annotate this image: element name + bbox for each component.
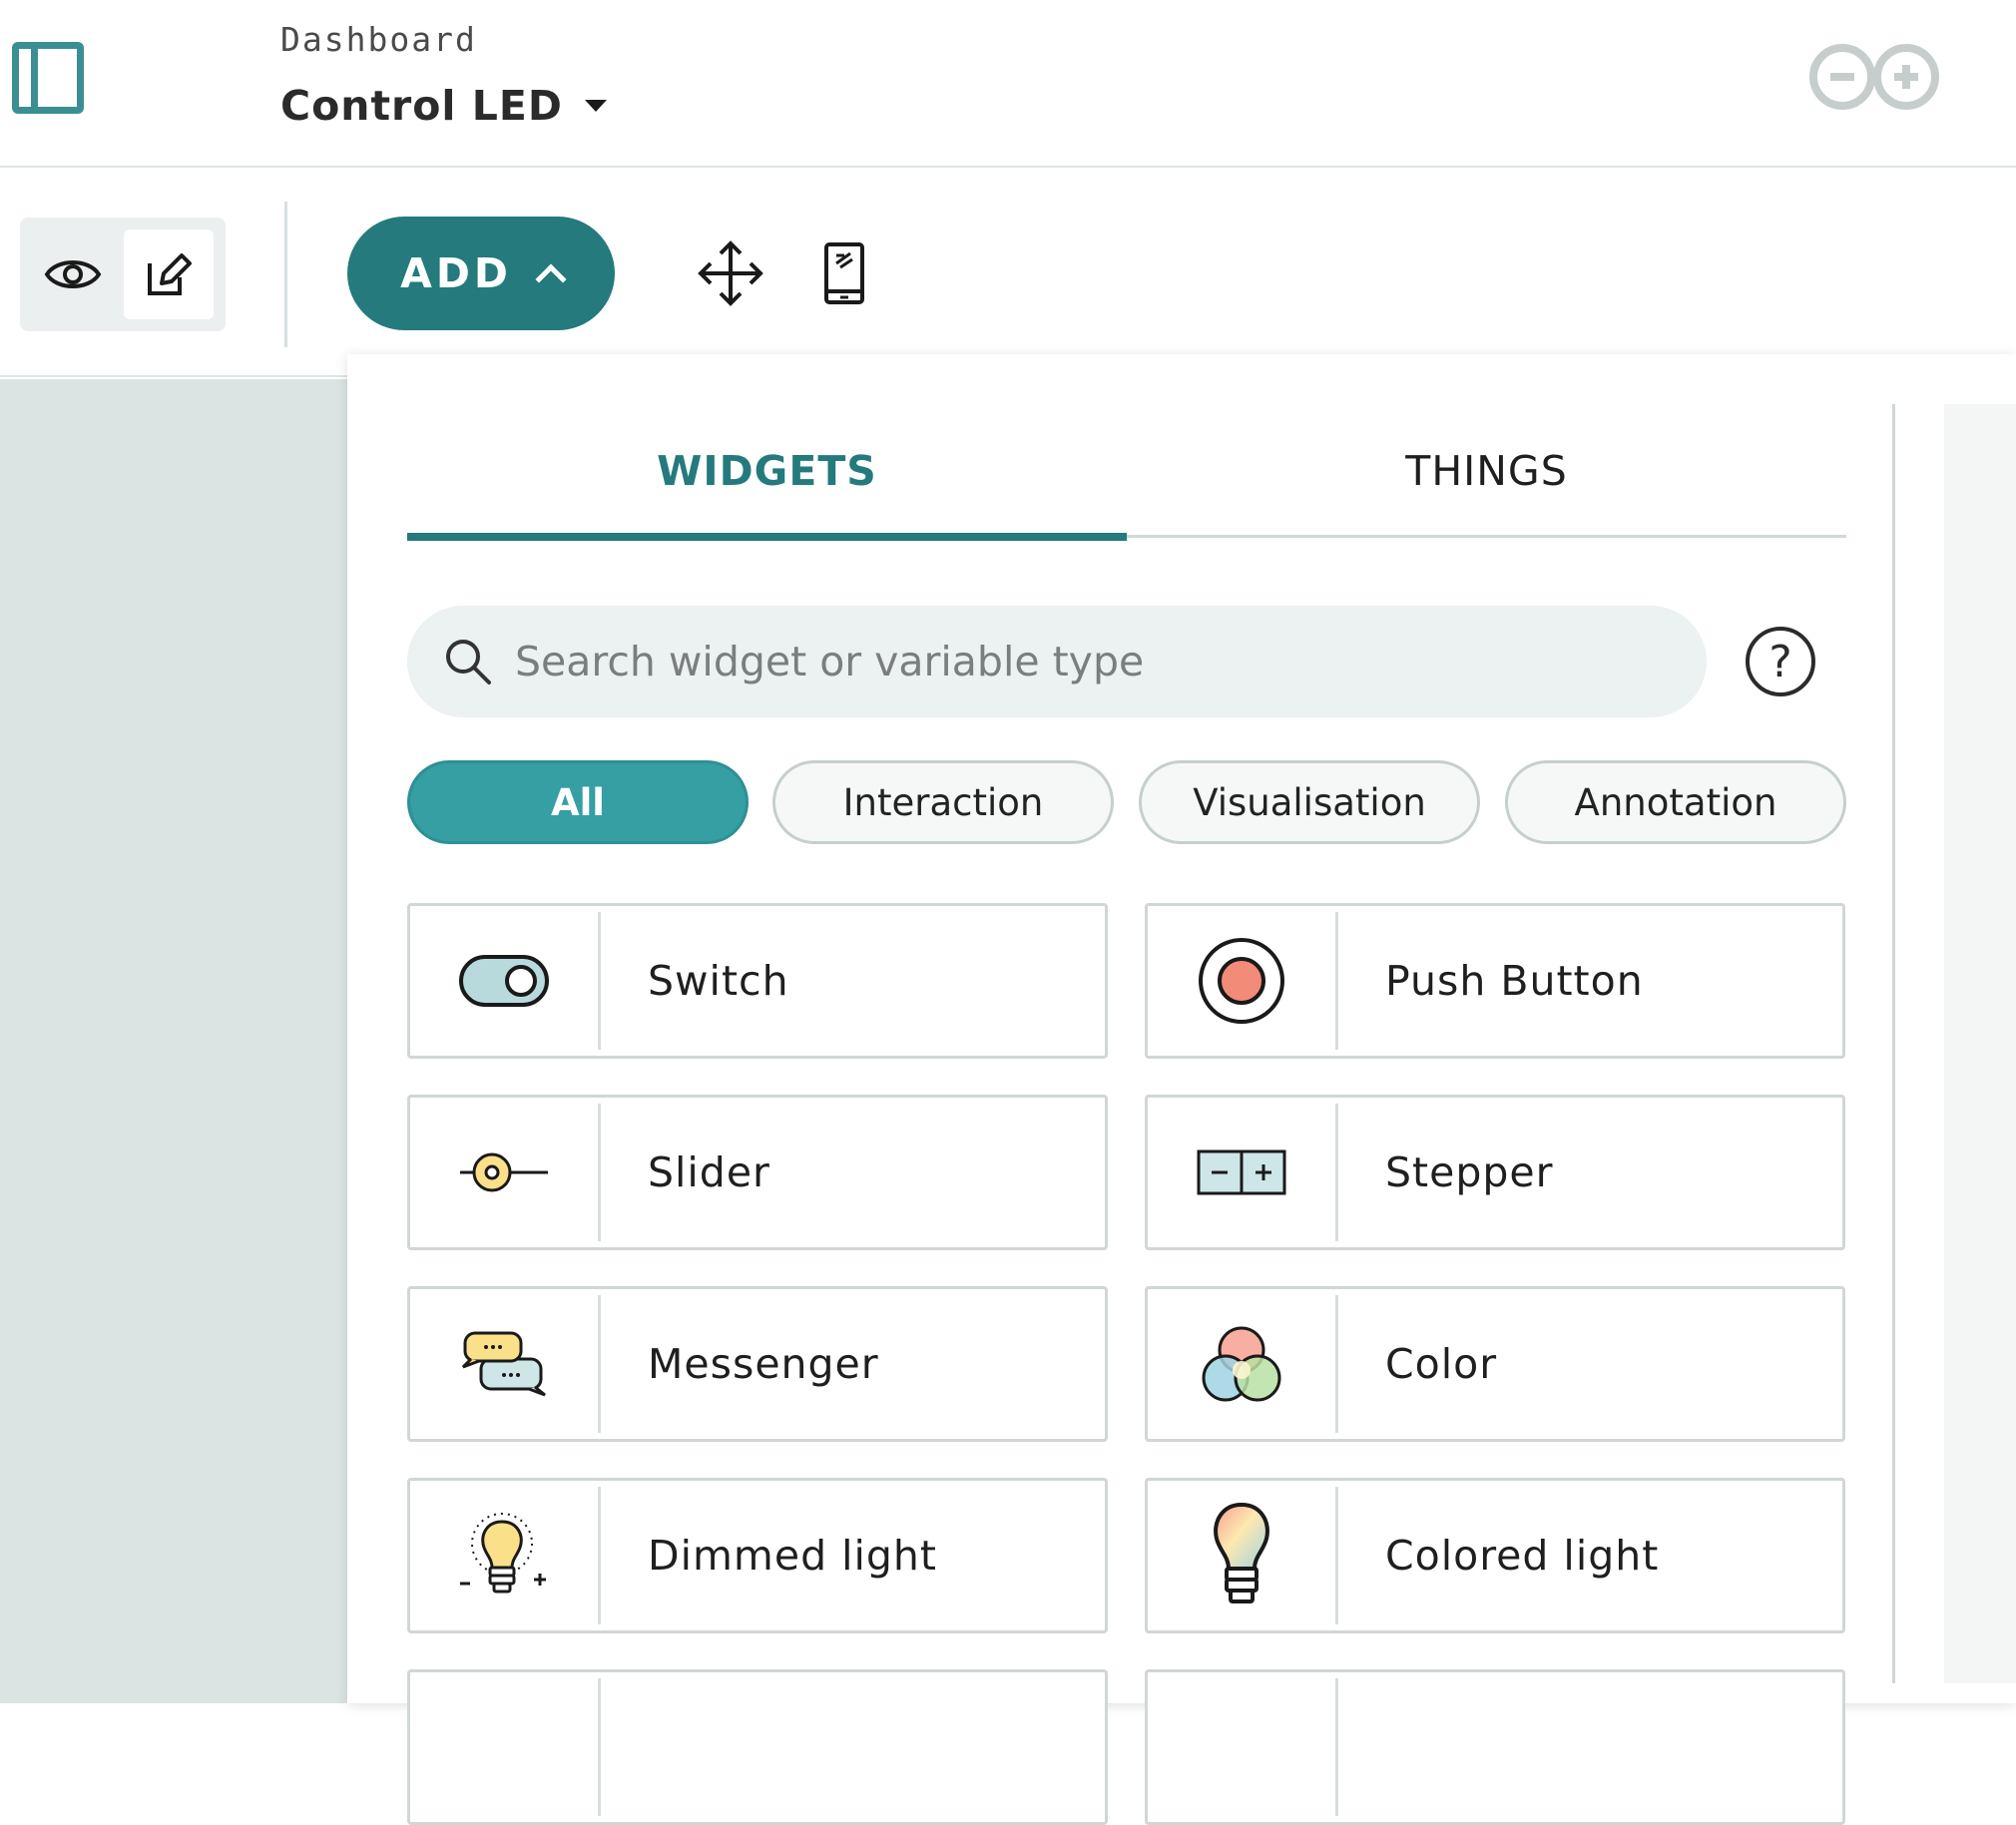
stepper-icon: [1197, 1149, 1286, 1195]
widget-card-stepper[interactable]: Stepper: [1145, 1095, 1845, 1250]
colored-light-icon: [1214, 1502, 1269, 1603]
breadcrumb[interactable]: Dashboard: [280, 20, 477, 59]
switch-icon: [459, 955, 549, 1007]
edit-mode-button[interactable]: [124, 229, 214, 319]
toolbar-divider: [284, 202, 287, 347]
caret-down-icon: [584, 100, 607, 112]
widget-card-colored-light[interactable]: Colored light: [1145, 1478, 1845, 1633]
toolbar: ADD: [0, 170, 2016, 377]
filter-annotation[interactable]: Annotation: [1505, 760, 1846, 844]
edit-icon: [148, 253, 192, 295]
widget-card-slider[interactable]: Slider: [407, 1095, 1108, 1250]
slider-icon: [460, 1152, 548, 1192]
widget-label: Switch: [648, 957, 789, 1005]
tab-things[interactable]: THINGS: [1127, 404, 1846, 538]
widget-card-partial[interactable]: [407, 1669, 1108, 1825]
dimmed-light-icon: [460, 1513, 546, 1594]
help-icon[interactable]: ?: [1746, 627, 1815, 696]
top-header: Dashboard Control LED: [0, 0, 2016, 168]
dashboard-selector[interactable]: Control LED: [280, 82, 607, 130]
page-title: Control LED: [280, 82, 563, 130]
filter-chips: All Interaction Visualisation Annotation: [407, 760, 1846, 844]
widget-card-partial[interactable]: [1145, 1669, 1845, 1825]
mode-switch: [20, 218, 226, 331]
filter-visualisation[interactable]: Visualisation: [1139, 760, 1480, 844]
widget-label: Slider: [648, 1148, 770, 1196]
move-icon[interactable]: [695, 237, 766, 309]
widget-label: Color: [1385, 1340, 1498, 1388]
panel-divider: [1892, 404, 1895, 1683]
tab-widgets[interactable]: WIDGETS: [407, 404, 1127, 541]
push-button-icon: [1199, 938, 1284, 1024]
color-icon: [1202, 1326, 1281, 1402]
sidebar-toggle-icon[interactable]: [12, 42, 84, 114]
view-mode-button[interactable]: [28, 229, 118, 319]
search-bar: [407, 606, 1707, 717]
messenger-icon: [461, 1331, 546, 1397]
widget-card-dimmed-light[interactable]: Dimmed light: [407, 1478, 1108, 1633]
widget-card-color[interactable]: Color: [1145, 1286, 1845, 1442]
widget-label: Stepper: [1385, 1148, 1554, 1196]
panel-tabs: WIDGETS THINGS: [407, 404, 1846, 541]
arduino-logo-icon[interactable]: [1804, 42, 1944, 112]
filter-all[interactable]: All: [407, 760, 749, 844]
widget-label: Dimmed light: [648, 1532, 937, 1580]
search-input[interactable]: [515, 638, 1693, 685]
search-icon: [446, 640, 491, 684]
mobile-preview-icon[interactable]: [808, 237, 880, 309]
widget-label: Colored light: [1385, 1532, 1660, 1580]
widget-label: Messenger: [648, 1340, 879, 1388]
add-button[interactable]: ADD: [347, 217, 615, 330]
widget-card-messenger[interactable]: Messenger: [407, 1286, 1108, 1442]
panel-side-area: [1944, 404, 2016, 1683]
widget-label: Push Button: [1385, 957, 1644, 1005]
add-button-label: ADD: [400, 249, 512, 297]
widget-card-switch[interactable]: Switch: [407, 903, 1108, 1059]
widget-card-push-button[interactable]: Push Button: [1145, 903, 1845, 1059]
chevron-up-icon: [535, 263, 567, 295]
eye-icon: [44, 260, 102, 288]
filter-interaction[interactable]: Interaction: [772, 760, 1114, 844]
